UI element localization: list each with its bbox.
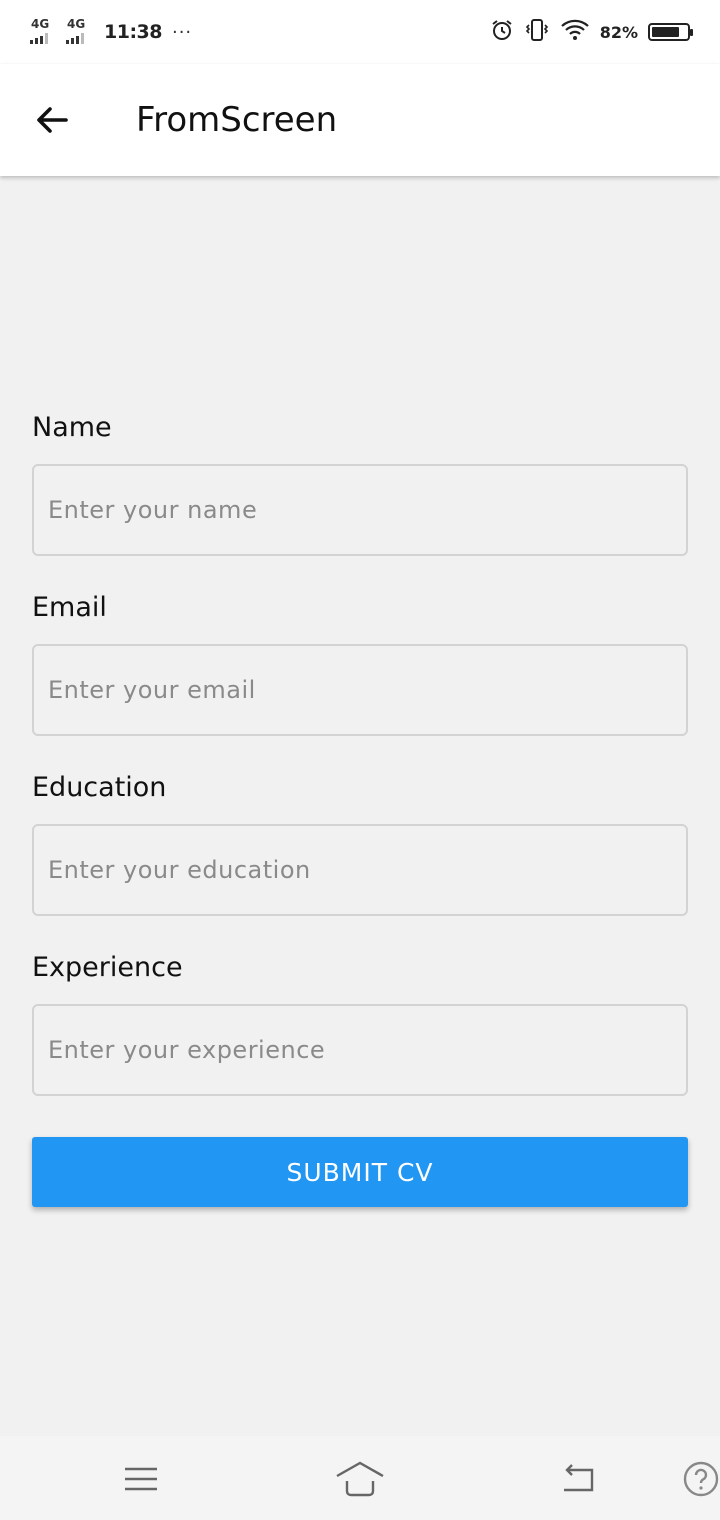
help-button[interactable]: [676, 1454, 720, 1504]
system-nav-bar: [0, 1436, 720, 1520]
experience-input[interactable]: [32, 1004, 688, 1096]
help-icon: [683, 1461, 719, 1497]
back-nav-button[interactable]: [553, 1454, 603, 1504]
name-label: Name: [32, 412, 112, 443]
network-1-icon: 4G: [30, 18, 58, 46]
arrow-left-icon: [37, 107, 68, 133]
status-time: 11:38: [104, 21, 162, 43]
network-2-icon: 4G: [66, 18, 94, 46]
back-icon: [564, 1464, 594, 1492]
status-bar: 4G 4G 11:38 ··· 82%: [0, 0, 720, 64]
alarm-icon: [490, 18, 514, 46]
battery-fill: [652, 27, 680, 37]
home-icon: [336, 1461, 384, 1497]
education-label: Education: [32, 772, 167, 803]
education-input[interactable]: [32, 824, 688, 916]
app-bar: FromScreen: [0, 64, 720, 176]
submit-cv-button[interactable]: SUBMIT CV: [32, 1137, 688, 1207]
email-label: Email: [32, 592, 107, 623]
battery-icon: [648, 23, 693, 41]
cv-form: Name Email Education Experience: [32, 406, 688, 1126]
back-button[interactable]: [22, 90, 82, 150]
battery-percent: 82%: [599, 22, 638, 42]
name-input[interactable]: [32, 464, 688, 556]
status-right: 82%: [490, 16, 693, 48]
network-1-label: 4G: [31, 17, 50, 31]
network-2-label: 4G: [67, 17, 86, 31]
home-button[interactable]: [335, 1454, 385, 1504]
status-left: 4G 4G 11:38 ···: [30, 16, 192, 48]
experience-label: Experience: [32, 952, 183, 983]
vibrate-icon: [524, 17, 550, 47]
menu-icon: [125, 1467, 157, 1491]
wifi-icon: [560, 18, 590, 46]
more-notifications-icon: ···: [171, 21, 193, 43]
page-title: FromScreen: [136, 100, 338, 140]
email-input[interactable]: [32, 644, 688, 736]
menu-button[interactable]: [116, 1454, 166, 1504]
